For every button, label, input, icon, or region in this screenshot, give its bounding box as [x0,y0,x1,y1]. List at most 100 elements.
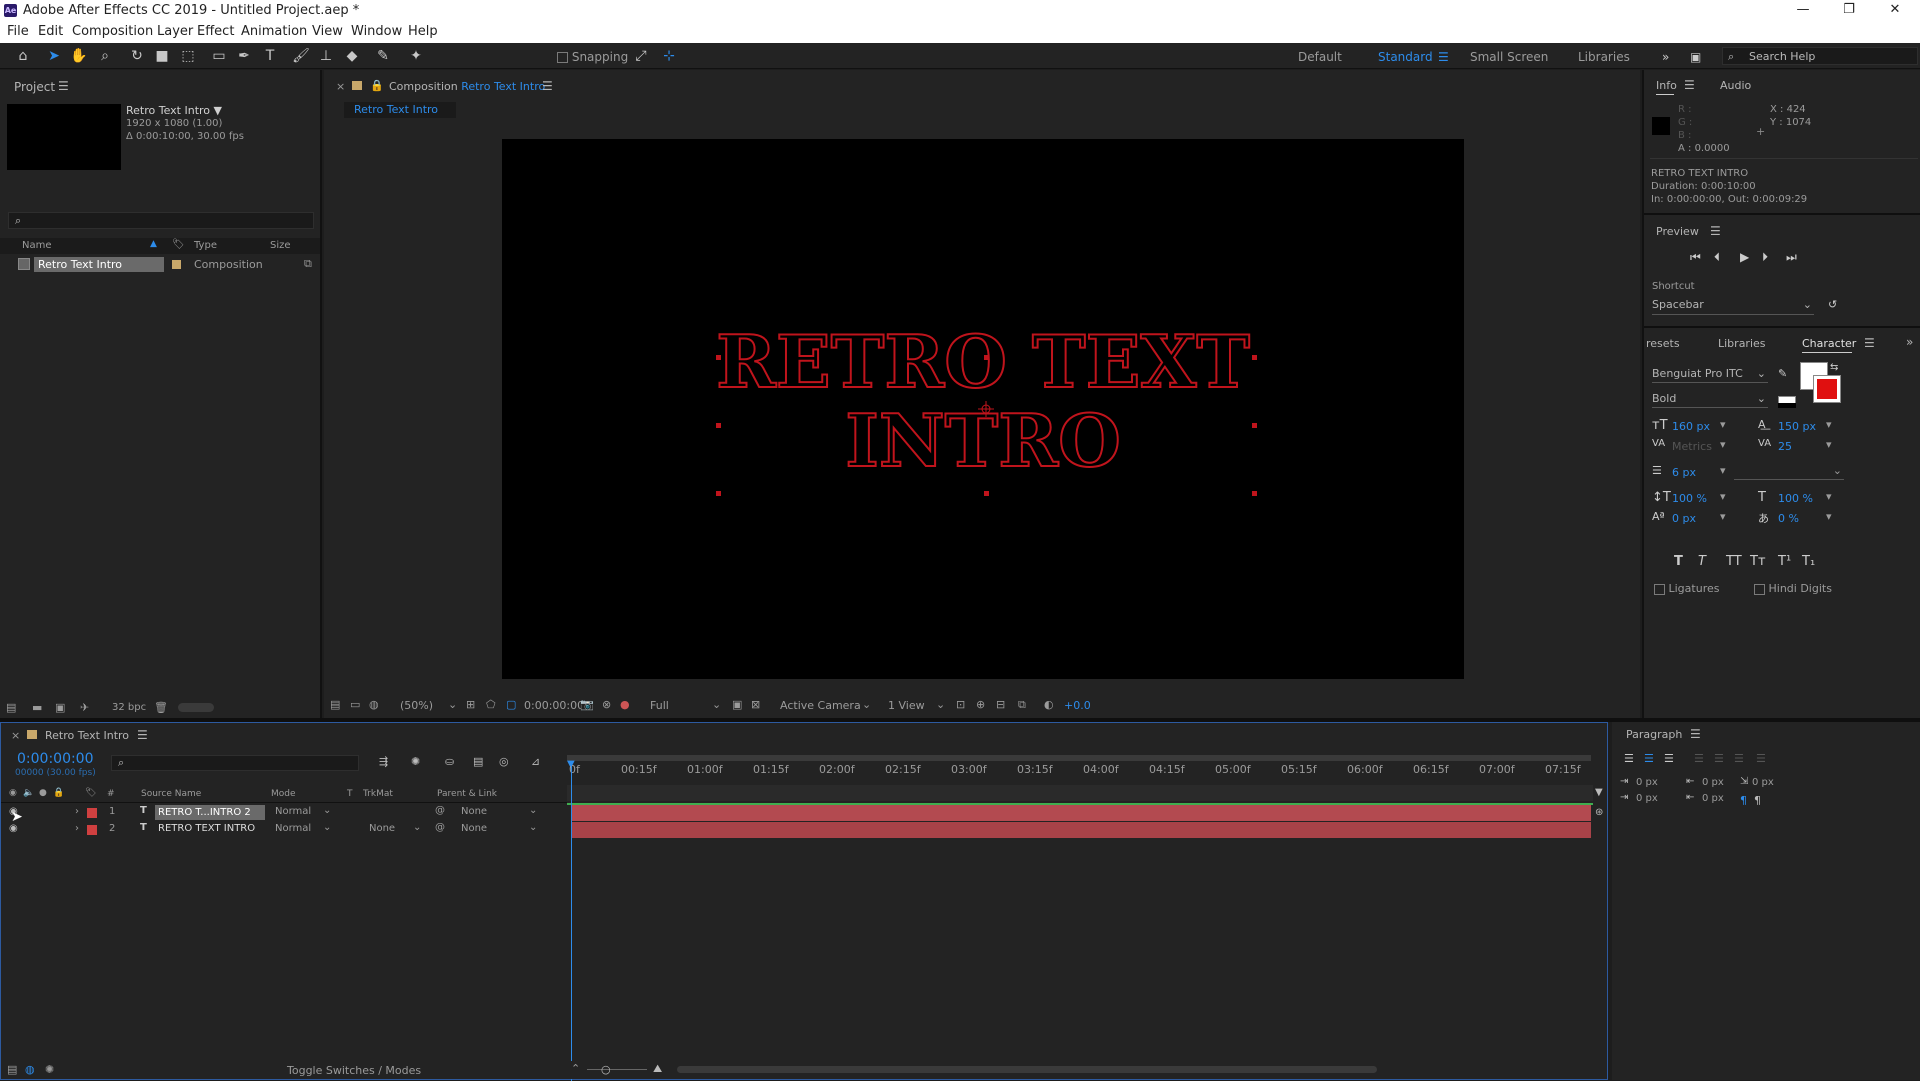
magnification-chevron-icon[interactable]: ⌄ [448,698,457,711]
menu-edit[interactable]: Edit [38,24,63,39]
label-header-icon[interactable]: 🏷 [85,788,96,798]
menu-composition[interactable]: Composition [72,24,153,39]
camera-dropdown[interactable]: Active Camera [780,699,861,712]
bit-depth-button[interactable]: 32 bpc [112,702,146,713]
pickwhip-icon[interactable]: @ [435,805,445,816]
audio-switch-icon[interactable]: 🔈 [23,788,34,798]
comp-text-layer[interactable]: RETRO TEXT INTRO [502,139,1464,679]
workspace-standard[interactable]: Standard [1378,50,1433,64]
camera-tool-icon[interactable]: ■ [151,47,173,65]
mask-visibility-icon[interactable]: ⬠ [486,698,496,711]
character-expand-icon[interactable]: » [1906,335,1913,349]
kerning-chevron-icon[interactable]: ▾ [1720,438,1726,451]
time-ruler[interactable]: 0f 00:15f 01:00f 01:15f 02:00f 02:15f 03… [569,761,1591,779]
layer-1-duration-bar[interactable] [571,805,1591,821]
search-help-field[interactable]: ⌕ Search Help [1722,47,1918,65]
rtl-direction-icon[interactable]: ¶ [1754,794,1761,807]
expand-chevron-icon[interactable]: › [75,823,79,834]
font-size-chevron-icon[interactable]: ▾ [1720,418,1726,431]
align-left-icon[interactable]: ☰ [1624,752,1634,765]
menu-help[interactable]: Help [408,24,438,39]
thumbnail-slider[interactable] [178,703,214,712]
indent-right-value[interactable]: 0 px [1702,777,1724,788]
timeline-zoom-marker-icon[interactable]: ▼ [1595,787,1603,798]
libraries-tab[interactable]: Libraries [1718,337,1766,350]
workspace-menu-icon[interactable]: ☰ [1438,50,1449,64]
zoom-tool-icon[interactable]: ⌕ [94,47,116,65]
grid-guide-icon[interactable]: ⊞ [466,698,475,711]
menu-file[interactable]: File [7,24,29,39]
pan-behind-tool-icon[interactable]: ⬚ [177,47,199,65]
zoom-in-icon[interactable]: ⛰ [653,1062,662,1076]
delete-icon[interactable]: 🗑 [154,701,168,714]
comp-button-icon[interactable]: ⊛ [1595,807,1603,818]
frame-blending-icon[interactable]: ▤ [473,755,483,768]
effects-presets-tab[interactable]: resets [1646,337,1680,350]
rotate-tool-icon[interactable]: ↻ [126,47,148,65]
region-of-interest-icon[interactable]: ▢ [506,698,516,711]
layer-switches-icon[interactable]: ▤ [7,1063,17,1076]
view-layout-dropdown[interactable]: 1 View [888,699,925,712]
space-after-value[interactable]: 0 px [1702,793,1724,804]
zoom-out-icon[interactable]: ⌃ [571,1062,580,1075]
faux-bold-button[interactable]: T [1674,554,1683,569]
play-icon[interactable]: ▶ [1740,250,1749,264]
subscript-button[interactable]: T₁ [1802,554,1815,569]
horizontal-scale-chevron-icon[interactable]: ▾ [1826,490,1832,503]
align-center-icon[interactable]: ☰ [1644,752,1654,765]
baseline-shift-value[interactable]: 0 px [1672,512,1696,525]
toggle-pixel-icon[interactable]: ⊡ [956,698,965,711]
current-time-indicator[interactable] [571,761,572,1081]
snapshot-icon[interactable]: 📷 [580,698,594,711]
roto-brush-tool-icon[interactable]: ✎ [372,47,394,65]
comp-tab[interactable]: Composition Retro Text Intro [389,80,545,93]
stroke-style-dropdown[interactable]: ⌄ [1734,464,1844,480]
layer-trkmat-chevron-icon[interactable]: ⌄ [413,822,421,833]
column-mode[interactable]: Mode [271,789,296,799]
snapping-checkbox[interactable] [557,52,568,63]
font-family-dropdown[interactable]: Benguiat Pro ITC ⌄ [1652,367,1768,383]
maximize-button[interactable]: ❐ [1826,2,1872,20]
space-before-value[interactable]: 0 px [1636,793,1658,804]
layer-name[interactable]: RETRO TEXT INTRO [158,823,255,834]
column-size[interactable]: Size [270,240,291,251]
prev-frame-icon[interactable]: ⏴ [1714,250,1720,265]
column-source-name[interactable]: Source Name [141,789,201,799]
eyedropper-icon[interactable]: ✎ [1778,367,1787,380]
layer-row[interactable]: ◉ › 2 T RETRO TEXT INTRO Normal ⌄ None ⌄… [1,822,567,839]
stroke-width-value[interactable]: 6 px [1672,466,1696,479]
next-frame-icon[interactable]: ⏵ [1762,250,1768,265]
layer-parent-chevron-icon[interactable]: ⌄ [529,822,537,833]
leading-chevron-icon[interactable]: ▾ [1826,418,1832,431]
render-queue-icon[interactable]: ✈ [80,701,89,714]
ligatures-checkbox[interactable] [1654,583,1665,595]
vertical-scale-chevron-icon[interactable]: ▾ [1720,490,1726,503]
lock-switch-icon[interactable]: 🔒 [53,788,64,798]
solo-switch-icon[interactable]: ● [39,788,47,798]
layer-mode-chevron-icon[interactable]: ⌄ [323,822,331,833]
reset-shortcut-icon[interactable]: ↺ [1828,298,1837,311]
hindi-digits-checkbox[interactable] [1754,583,1765,595]
menu-view[interactable]: View [312,24,343,39]
vr-icon[interactable]: ◍ [369,698,379,711]
all-caps-button[interactable]: TT [1726,554,1742,569]
hindi-digits-option[interactable]: Hindi Digits [1754,582,1832,595]
layer-parent[interactable]: None [461,806,487,817]
first-line-indent-value[interactable]: 0 px [1752,777,1774,788]
character-panel-menu-icon[interactable]: ☰ [1864,336,1875,350]
justify-right-icon[interactable]: ☰ [1734,752,1744,765]
show-snapshot-icon[interactable]: ⊗ [602,698,611,711]
pen-tool-icon[interactable]: ✒ [233,47,255,65]
comp-lock-icon[interactable]: 🔒 [370,79,384,92]
tracking-value[interactable]: 25 [1778,440,1792,453]
layer-trkmat[interactable]: None [369,823,395,834]
timeline-zoom-thumb[interactable]: ○ [601,1063,611,1076]
ltr-direction-icon[interactable]: ¶ [1740,794,1747,807]
small-caps-button[interactable]: Tт [1750,554,1766,569]
character-tab[interactable]: Character [1802,337,1856,350]
snap-icon[interactable]: ⤢ [630,47,652,65]
tracking-chevron-icon[interactable]: ▾ [1826,438,1832,451]
pickwhip-icon[interactable]: @ [435,822,445,833]
horizontal-scale-value[interactable]: 100 % [1778,492,1813,505]
kerning-value[interactable]: Metrics [1672,440,1712,453]
